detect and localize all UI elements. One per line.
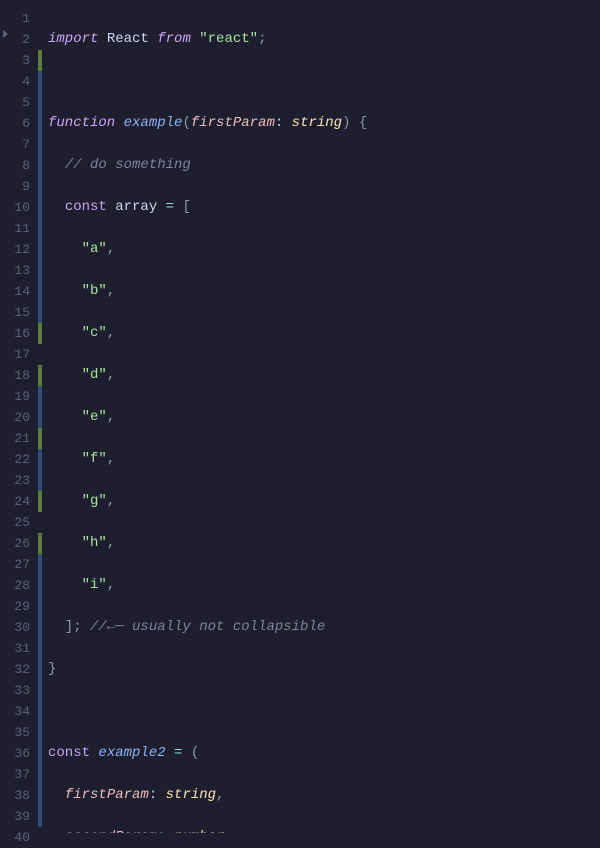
line-number[interactable]: 28 (0, 575, 38, 596)
code-line[interactable]: secondParam: number (48, 827, 600, 833)
line-number[interactable]: 9 (0, 176, 38, 197)
code-editor[interactable]: import React from "react"; function exam… (42, 0, 600, 833)
line-number[interactable]: 21 (0, 428, 38, 449)
line-number[interactable]: 23 (0, 470, 38, 491)
code-line[interactable]: firstParam: string, (48, 785, 600, 806)
line-number[interactable]: 11 (0, 218, 38, 239)
code-line[interactable]: "d", (48, 365, 600, 386)
code-line[interactable]: "e", (48, 407, 600, 428)
code-line[interactable]: "g", (48, 491, 600, 512)
line-number[interactable]: 15 (0, 302, 38, 323)
line-number[interactable]: 19 (0, 386, 38, 407)
line-number[interactable]: 14 (0, 281, 38, 302)
line-number[interactable]: 25 (0, 512, 38, 533)
code-line[interactable]: "c", (48, 323, 600, 344)
line-number[interactable]: 40 (0, 827, 38, 848)
code-line[interactable]: "f", (48, 449, 600, 470)
line-number[interactable]: 6 (0, 113, 38, 134)
line-number[interactable]: 33 (0, 680, 38, 701)
code-line[interactable]: const array = [ (48, 197, 600, 218)
fold-marker-icon[interactable] (3, 30, 8, 38)
line-number[interactable]: 36 (0, 743, 38, 764)
code-line[interactable]: "b", (48, 281, 600, 302)
code-line[interactable]: "h", (48, 533, 600, 554)
line-number[interactable]: 39 (0, 806, 38, 827)
code-line[interactable] (48, 701, 600, 722)
line-number[interactable]: 18 (0, 365, 38, 386)
line-number[interactable]: 29 (0, 596, 38, 617)
code-line[interactable]: function example(firstParam: string) { (48, 113, 600, 134)
line-number[interactable]: 1 (0, 8, 38, 29)
line-number[interactable]: 30 (0, 617, 38, 638)
line-number[interactable]: 3 (0, 50, 38, 71)
line-number[interactable]: 10 (0, 197, 38, 218)
line-number[interactable]: 5 (0, 92, 38, 113)
line-number[interactable]: 12 (0, 239, 38, 260)
code-line[interactable]: import React from "react"; (48, 29, 600, 50)
line-number[interactable]: 24 (0, 491, 38, 512)
line-number[interactable]: 17 (0, 344, 38, 365)
code-line[interactable]: const example2 = ( (48, 743, 600, 764)
line-number[interactable]: 37 (0, 764, 38, 785)
line-number[interactable]: 31 (0, 638, 38, 659)
code-line[interactable] (48, 71, 600, 92)
line-number[interactable]: 38 (0, 785, 38, 806)
code-line[interactable]: "a", (48, 239, 600, 260)
line-number-gutter: 1 2 3 4 5 6 7 8 9 10 11 12 13 14 15 16 1… (0, 0, 38, 833)
line-number[interactable]: 13 (0, 260, 38, 281)
code-line[interactable]: } (48, 659, 600, 680)
line-number[interactable]: 4 (0, 71, 38, 92)
line-number[interactable]: 26 (0, 533, 38, 554)
line-number[interactable]: 35 (0, 722, 38, 743)
line-number[interactable]: 32 (0, 659, 38, 680)
line-number[interactable]: 34 (0, 701, 38, 722)
line-number[interactable]: 7 (0, 134, 38, 155)
line-number[interactable]: 8 (0, 155, 38, 176)
code-line[interactable]: "i", (48, 575, 600, 596)
code-line[interactable]: // do something (48, 155, 600, 176)
code-line[interactable]: ]; //←─ usually not collapsible (48, 617, 600, 638)
line-number[interactable]: 16 (0, 323, 38, 344)
line-number[interactable]: 27 (0, 554, 38, 575)
line-number[interactable]: 22 (0, 449, 38, 470)
line-number[interactable]: 20 (0, 407, 38, 428)
